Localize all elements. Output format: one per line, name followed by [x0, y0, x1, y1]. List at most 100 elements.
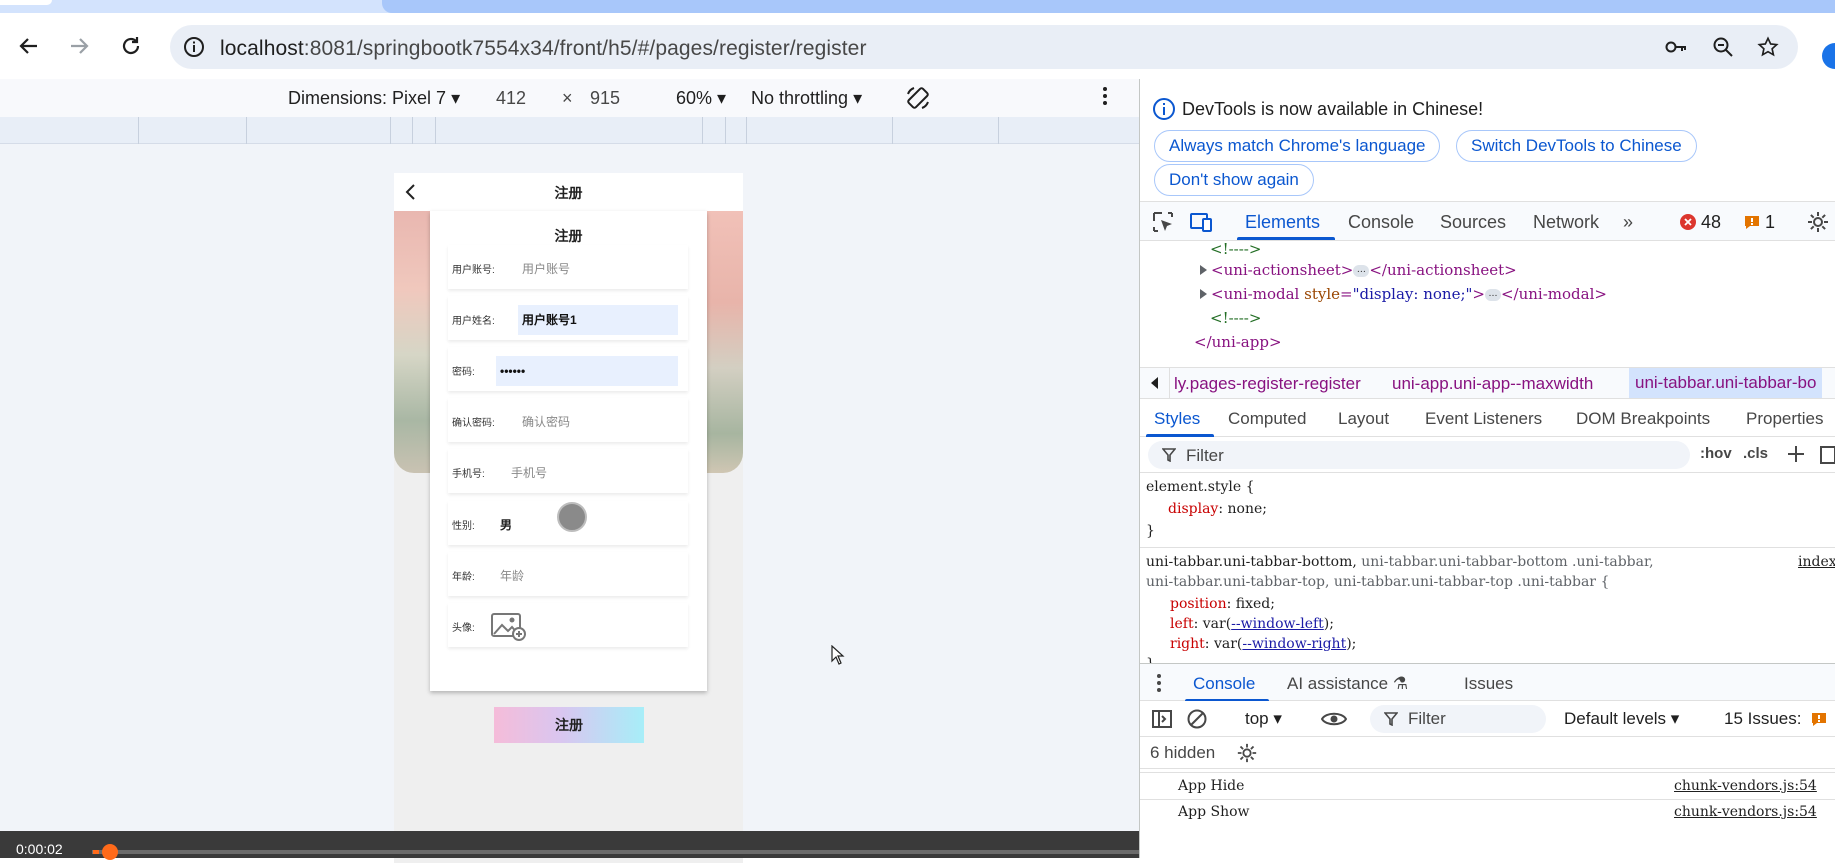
zoom-icon[interactable] — [1711, 35, 1735, 59]
error-count[interactable]: 48 — [1701, 212, 1721, 233]
styles-filter-input[interactable]: Filter — [1148, 441, 1690, 469]
switch-to-chinese-button[interactable]: Switch DevTools to Chinese — [1456, 130, 1697, 162]
breadcrumb-scroll-left-icon[interactable] — [1140, 368, 1170, 398]
css-variable[interactable]: --window-right — [1242, 636, 1346, 652]
confirm-password-input[interactable]: 确认密码 — [518, 407, 678, 437]
media-query-ruler[interactable] — [0, 117, 1139, 144]
age-input[interactable]: 年龄 — [496, 561, 676, 591]
warning-icon[interactable] — [1744, 214, 1760, 230]
dom-comment[interactable]: <!----> — [1210, 241, 1261, 258]
device-height-input[interactable]: 915 — [590, 88, 620, 109]
style-source-link[interactable]: index — [1798, 554, 1835, 570]
tab-layout[interactable]: Layout — [1338, 409, 1389, 429]
dom-node-actionsheet[interactable]: <uni-actionsheet>… </uni-actionsheet> — [1200, 261, 1517, 279]
profile-avatar[interactable] — [1822, 43, 1835, 69]
drawer-tab-console[interactable]: Console — [1193, 674, 1255, 694]
dimensions-select[interactable]: Dimensions: Pixel 7 ▾ — [288, 88, 460, 109]
css-declaration[interactable]: right: var(--window-right); — [1170, 636, 1356, 652]
tab-styles[interactable]: Styles — [1154, 409, 1200, 429]
zoom-select[interactable]: 60% ▾ — [676, 88, 726, 109]
back-icon[interactable] — [16, 33, 42, 59]
more-tabs-icon[interactable]: » — [1623, 212, 1633, 233]
settings-gear-icon[interactable] — [1806, 210, 1830, 234]
expand-triangle-icon[interactable] — [1200, 265, 1207, 275]
breadcrumb-item[interactable]: ly.pages-register-register — [1174, 374, 1361, 394]
tab-console[interactable]: Console — [1348, 212, 1414, 233]
breadcrumb-item[interactable]: uni-app.uni-app--maxwidth — [1392, 374, 1593, 394]
log-source-link[interactable]: chunk-vendors.js:54 — [1674, 778, 1817, 794]
url-text[interactable]: localhost:8081/springbootk7554x34/front/… — [220, 37, 867, 61]
css-declaration[interactable]: position: fixed; — [1170, 596, 1275, 612]
ellipsis-icon[interactable]: … — [1484, 289, 1501, 301]
reload-icon[interactable] — [118, 33, 144, 59]
css-variable[interactable]: --window-left — [1231, 616, 1324, 632]
element-style-selector[interactable]: element.style { — [1146, 479, 1255, 495]
register-submit-button[interactable]: 注册 — [494, 707, 644, 743]
device-toggle-icon[interactable] — [1189, 211, 1213, 233]
hov-toggle[interactable]: :hov — [1700, 445, 1732, 462]
warning-count[interactable]: 1 — [1765, 212, 1775, 233]
styles-pane[interactable]: element.style { display: none; } uni-tab… — [1140, 473, 1835, 663]
log-levels-select[interactable]: Default levels ▾ — [1564, 709, 1679, 729]
console-filter-input[interactable]: Filter — [1370, 705, 1546, 733]
inspect-element-icon[interactable] — [1152, 211, 1174, 233]
drawer-tab-issues[interactable]: Issues — [1464, 674, 1513, 694]
site-info-icon[interactable] — [182, 35, 206, 59]
breadcrumb-item-selected[interactable]: uni-tabbar.uni-tabbar-bo — [1629, 368, 1823, 398]
device-width-input[interactable]: 412 — [496, 88, 526, 109]
context-select[interactable]: top ▾ — [1245, 709, 1282, 729]
progress-track[interactable] — [92, 850, 1139, 854]
rule-selector[interactable]: uni-tabbar.uni-tabbar-bottom, uni-tabbar… — [1146, 554, 1654, 570]
tab-sources[interactable]: Sources — [1440, 212, 1506, 233]
computed-sidebar-icon[interactable] — [1820, 445, 1835, 465]
tab-dom-breakpoints[interactable]: DOM Breakpoints — [1576, 409, 1710, 429]
tab-event-listeners[interactable]: Event Listeners — [1425, 409, 1542, 429]
video-progress-bar[interactable]: 0:00:02 — [0, 831, 1139, 860]
image-upload-icon[interactable] — [490, 611, 526, 641]
drawer-menu-icon[interactable] — [1156, 672, 1162, 694]
dom-tree[interactable]: <!----> <uni-actionsheet>… </uni-actionsh… — [1140, 241, 1835, 367]
css-declaration[interactable]: left: var(--window-left); — [1170, 616, 1334, 632]
cls-toggle[interactable]: .cls — [1743, 445, 1768, 462]
add-rule-icon[interactable] — [1785, 443, 1807, 465]
rule-selector-line2[interactable]: uni-tabbar.uni-tabbar-top, uni-tabbar.un… — [1146, 574, 1609, 590]
rotate-icon[interactable] — [905, 85, 931, 111]
star-icon[interactable] — [1756, 35, 1780, 59]
password-input[interactable]: •••••• — [496, 356, 678, 386]
account-input[interactable]: 用户账号 — [518, 254, 678, 284]
ellipsis-icon[interactable]: … — [1353, 265, 1370, 277]
key-icon[interactable] — [1664, 35, 1688, 59]
dont-show-again-button[interactable]: Don't show again — [1154, 164, 1314, 196]
throttling-select[interactable]: No throttling ▾ — [751, 88, 862, 109]
forward-icon[interactable] — [66, 33, 92, 59]
tab-strip — [0, 0, 1835, 13]
phone-input[interactable]: 手机号 — [507, 458, 677, 488]
sidebar-toggle-icon[interactable] — [1152, 709, 1172, 729]
console-settings-gear-icon[interactable] — [1236, 742, 1258, 764]
log-source-link[interactable]: chunk-vendors.js:54 — [1674, 804, 1817, 820]
more-options-icon[interactable] — [1102, 85, 1108, 107]
tab-elements[interactable]: Elements — [1245, 212, 1320, 233]
clear-console-icon[interactable] — [1187, 709, 1207, 729]
url-path: :8081/springbootk7554x34/front/h5/#/page… — [303, 37, 867, 60]
tab-computed[interactable]: Computed — [1228, 409, 1306, 429]
drawer-tab-ai-assistance[interactable]: AI assistance ⚗ — [1287, 674, 1408, 694]
address-bar[interactable]: localhost:8081/springbootk7554x34/front/… — [170, 25, 1798, 69]
issues-warning-icon[interactable] — [1811, 711, 1827, 727]
tab-properties[interactable]: Properties — [1746, 409, 1823, 429]
active-tab-edge[interactable] — [0, 0, 52, 5]
dom-comment[interactable]: <!----> — [1210, 309, 1261, 327]
selector-dim: uni-tabbar.uni-tabbar-bottom .uni-tabbar… — [1356, 554, 1654, 570]
live-expression-eye-icon[interactable] — [1321, 710, 1347, 728]
error-icon[interactable] — [1680, 214, 1696, 230]
match-language-button[interactable]: Always match Chrome's language — [1154, 130, 1441, 162]
name-input[interactable]: 用户账号1 — [518, 305, 678, 335]
tab-strip-bar — [382, 0, 1835, 13]
dom-node-app-close[interactable]: </uni-app> — [1194, 333, 1282, 351]
expand-triangle-icon[interactable] — [1200, 289, 1207, 299]
tab-network[interactable]: Network — [1533, 212, 1599, 233]
issues-count[interactable]: 15 Issues: — [1724, 709, 1802, 729]
dom-node-modal[interactable]: <uni-modal style="display: none;">… </uni… — [1200, 285, 1607, 303]
css-declaration[interactable]: display: none; — [1168, 501, 1267, 517]
console-log-list[interactable]: App Hide chunk-vendors.js:54 App Show ch… — [1140, 769, 1835, 858]
